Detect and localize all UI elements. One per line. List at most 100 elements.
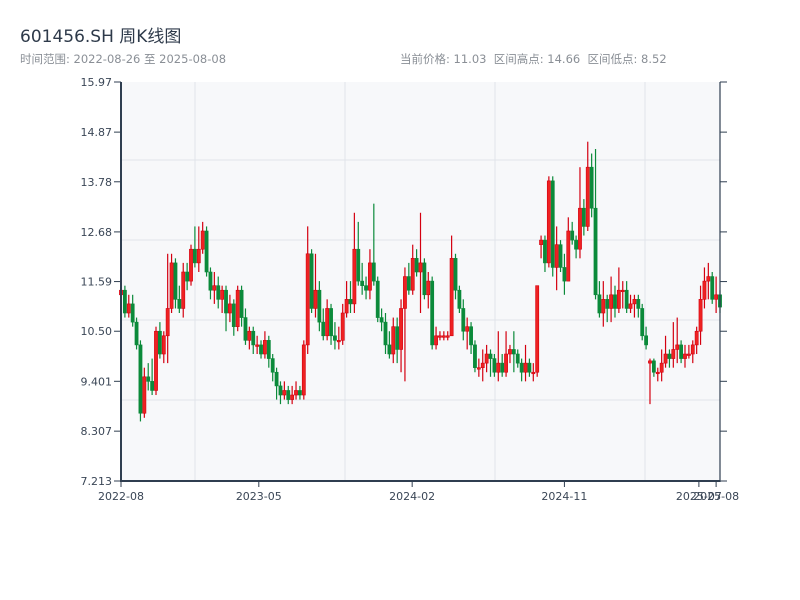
candle-up [714,294,719,300]
candle-up [368,262,372,291]
candle-up [255,344,260,347]
candle-down [679,344,684,359]
candle-up [535,285,540,373]
candle-up [675,344,680,350]
candle-up [585,166,590,227]
y-tick-label: 13.78 [81,176,113,189]
candle-up [632,299,637,305]
candle-down [239,289,244,318]
candle-down [636,299,641,309]
candle-down [278,385,283,396]
y-tick-label: 14.87 [81,126,113,139]
candle-up [546,180,551,264]
candle-down [469,326,473,346]
candle-down [150,381,155,391]
candle-up [476,367,481,370]
candle-down [333,335,337,341]
candle-down [406,276,411,291]
candle-up [465,326,470,332]
candle-up [434,335,438,346]
candle-up [196,248,201,264]
candle-down [550,180,555,268]
candle-up [698,299,703,332]
candle-down [360,280,365,286]
candle-down [371,262,376,282]
candle-down [605,299,610,309]
candle-down [138,344,143,414]
candle-up [531,371,536,375]
candle-down [134,321,139,346]
candle-down [356,248,361,282]
candle-up [480,362,485,368]
candle-down [259,344,263,355]
candle-up [305,253,310,346]
candle-up [126,303,131,314]
candle-up [620,289,625,293]
candle-up [694,330,699,346]
candle-down [624,289,629,309]
candle-up [220,289,225,300]
candle-up [352,248,357,305]
candle-down [298,390,302,396]
candle-up [165,308,170,337]
candle-down [527,362,532,373]
candle-down [286,390,291,400]
y-tick-label: 11.59 [81,276,113,289]
candle-down [597,294,602,314]
candle-down [558,244,563,268]
candle-down [270,358,275,373]
candle-up [504,353,508,373]
candle-down [651,360,656,373]
candle-down [317,289,322,323]
candle-up [403,276,407,309]
candle-down [511,349,516,355]
candle-down [387,344,392,355]
candle-up [399,308,403,350]
candle-up [391,326,396,355]
candle-up [628,303,633,309]
candle-up [263,340,267,355]
candle-up [336,340,341,343]
candle-down [593,207,598,296]
candle-up [566,230,571,282]
candle-down [375,280,380,318]
candle-up [410,258,415,291]
candle-up [282,390,287,396]
candle-down [500,362,505,373]
candle-down [157,330,162,355]
candle-down [208,271,213,291]
candle-up [616,289,621,309]
candle-down [185,271,190,282]
candle-down [570,230,575,241]
candle-up [418,262,423,273]
candle-up [181,271,186,309]
candle-up [154,330,158,391]
candle-down [515,353,520,364]
candle-up [659,362,664,373]
candle-up [290,394,295,400]
candle-up [247,330,252,341]
candle-up [683,353,687,359]
y-tick-label: 15.97 [81,76,113,89]
candle-down [383,321,388,346]
candle-up [325,308,330,337]
candle-up [235,289,240,327]
candle-down [430,280,435,346]
candle-up [189,248,193,282]
candle-up [523,362,528,373]
candle-down [364,285,368,291]
candle-up [655,371,660,375]
y-tick-label: 7.213 [81,475,113,488]
candle-up [301,344,306,396]
candle-up [686,353,691,356]
candle-down [251,330,256,346]
candle-down [473,344,477,368]
candle-down [231,303,236,327]
candle-up [212,285,217,291]
candle-down [461,308,466,332]
candle-down [173,262,178,300]
candle-down [488,353,493,359]
candle-up [539,239,543,245]
candle-up [508,349,512,355]
x-tick-label: 2022-08 [98,490,144,503]
